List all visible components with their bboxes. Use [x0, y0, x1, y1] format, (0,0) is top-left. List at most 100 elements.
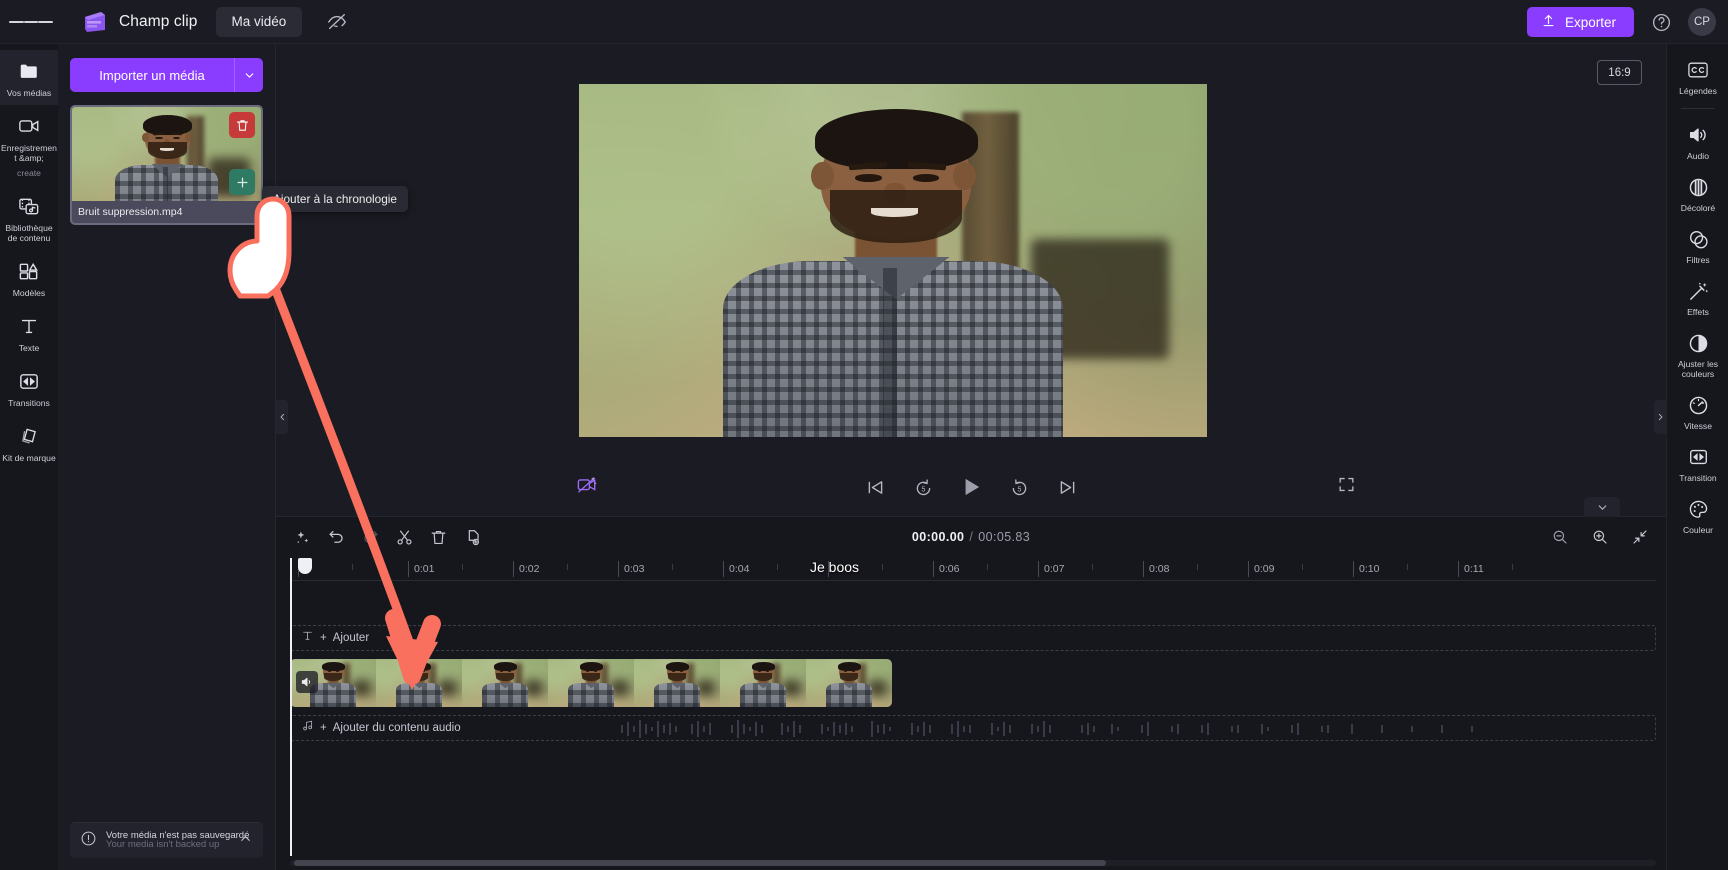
rail-item-legendes[interactable]: Légendes — [1667, 50, 1728, 102]
add-to-timeline-icon[interactable] — [229, 169, 255, 195]
timeline-scrollbar-thumb[interactable] — [294, 860, 1106, 866]
app-brand: Champ clip — [81, 10, 198, 34]
forward-5-icon[interactable]: 5 — [1005, 473, 1033, 501]
video-preview[interactable] — [579, 84, 1207, 437]
ruler-label: 0:01 — [414, 563, 435, 575]
rail-item-decolore[interactable]: Décoloré — [1667, 167, 1728, 219]
timeline-zoom-controls — [1546, 523, 1654, 551]
sidebar-item-bibliotheque-de-contenu[interactable]: Bibliothèque de contenu — [0, 185, 58, 250]
sidebar-item-vos-medias[interactable]: Vos médias — [0, 50, 58, 105]
video-camera-icon — [16, 114, 42, 138]
preview-area: 16:9 5 5 — [276, 44, 1666, 516]
ruler-label: 0:09 — [1254, 563, 1275, 575]
play-button[interactable] — [957, 473, 985, 501]
rail-divider — [1681, 108, 1714, 109]
skip-to-end-icon[interactable] — [1053, 473, 1081, 501]
media-panel: Importer un média Bruit suppression.mp4 … — [58, 44, 276, 870]
svg-text:5: 5 — [921, 486, 925, 493]
trash-icon[interactable] — [229, 112, 255, 138]
folder-icon — [16, 59, 42, 83]
fullscreen-icon[interactable] — [1337, 475, 1356, 499]
media-item-card[interactable]: Bruit suppression.mp4 — [70, 105, 263, 225]
timecode-display: 00:00.00 / 00:05.83 — [276, 530, 1666, 544]
project-name-button[interactable]: Ma vidéo — [215, 6, 303, 37]
caption-overlay-text: Je boos — [810, 559, 860, 575]
eye-off-icon[interactable] — [324, 9, 350, 35]
fit-to-screen-icon[interactable] — [1626, 523, 1654, 551]
rail-label: Effets — [1687, 307, 1709, 317]
topbar-actions: Exporter CP — [1526, 0, 1716, 44]
text-track-add-row[interactable]: + Ajouter — [290, 625, 1656, 651]
sidebar-item-modeles[interactable]: Modèles — [0, 250, 58, 305]
zoom-in-icon[interactable] — [1586, 523, 1614, 551]
skip-to-start-icon[interactable] — [861, 473, 889, 501]
chevron-down-icon[interactable] — [234, 58, 263, 92]
zoom-out-icon[interactable] — [1546, 523, 1574, 551]
sidebar-label: Enregistrement &amp; — [1, 143, 57, 163]
rail-item-audio[interactable]: Audio — [1667, 115, 1728, 167]
rail-item-vitesse[interactable]: Vitesse — [1667, 385, 1728, 437]
clip-frame — [634, 659, 720, 707]
rail-label: Ajuster les couleurs — [1677, 359, 1719, 379]
rail-item-filtres[interactable]: Filtres — [1667, 219, 1728, 271]
text-track-plus: + — [320, 632, 327, 644]
sidebar-label: Modèles — [12, 288, 46, 298]
clip-mute-icon[interactable] — [296, 671, 318, 693]
sidebar-label: Vos médias — [6, 88, 52, 98]
sidebar-item-enregistrement-create[interactable]: Enregistrement &amp; create — [0, 105, 58, 185]
sidebar-item-transitions[interactable]: Transitions — [0, 360, 58, 415]
rewind-5-icon[interactable]: 5 — [909, 473, 937, 501]
aspect-ratio-button[interactable]: 16:9 — [1597, 60, 1642, 85]
total-time: 00:05.83 — [978, 530, 1031, 544]
rail-label: Légendes — [1679, 86, 1717, 96]
magic-wand-icon — [1685, 279, 1711, 303]
svg-text:5: 5 — [1017, 486, 1021, 493]
sidebar-item-kit-de-marque[interactable]: Kit de marque — [0, 415, 58, 470]
templates-grid-icon — [16, 259, 42, 283]
contrast-icon — [1685, 331, 1711, 355]
video-clip[interactable] — [290, 659, 892, 707]
rail-item-transition[interactable]: Transition — [1667, 437, 1728, 489]
timeline-ruler[interactable]: 0 0:01 0:02 0:03 0:04 0:06 0:07 0:08 — [290, 557, 1656, 581]
save-notice-text: Votre média n'est pas sauvegardé Your me… — [106, 828, 249, 854]
speaker-icon — [1685, 123, 1711, 147]
right-property-rail: Légendes Audio Décoloré Filtres Effets A… — [1666, 44, 1728, 870]
text-t-icon — [301, 629, 314, 647]
sidebar-item-texte[interactable]: Texte — [0, 305, 58, 360]
text-t-icon — [16, 314, 42, 338]
sidebar-label: Texte — [18, 343, 40, 353]
playhead-line — [290, 558, 292, 856]
timeline-panel: 00:00.00 / 00:05.83 0:01 0:02 0:03 0:04 … — [276, 497, 1666, 870]
media-filename: Bruit suppression.mp4 — [72, 201, 261, 223]
rail-label: Couleur — [1682, 525, 1714, 535]
palette-icon — [1685, 497, 1711, 521]
playhead-handle[interactable] — [298, 558, 312, 574]
rail-item-ajuster-les-couleurs[interactable]: Ajuster les couleurs — [1667, 323, 1728, 385]
player-controls: 5 5 — [276, 464, 1666, 510]
import-media-row: Importer un média — [70, 58, 263, 92]
export-button[interactable]: Exporter — [1526, 7, 1634, 37]
filters-icon — [1685, 227, 1711, 251]
sidebar-label: Transitions — [8, 398, 50, 408]
chevron-left-icon[interactable] — [276, 400, 288, 434]
hamburger-menu-icon[interactable] — [9, 0, 54, 44]
transition-icon — [1685, 445, 1711, 469]
import-media-button[interactable]: Importer un média — [70, 58, 234, 92]
save-notice-bar[interactable]: Votre média n'est pas sauvegardé Your me… — [70, 822, 263, 858]
clip-frame — [806, 659, 892, 707]
timeline-expand-button[interactable] — [1584, 497, 1620, 517]
text-track-label: Ajouter — [332, 632, 370, 644]
save-notice-line2: Your media isn't backed up — [106, 838, 220, 850]
speedometer-icon — [1685, 393, 1711, 417]
ruler-label: 0:02 — [519, 563, 540, 575]
question-mark-icon[interactable] — [1648, 9, 1674, 35]
avatar[interactable]: CP — [1688, 8, 1716, 36]
video-track-row — [290, 659, 1656, 707]
export-label: Exporter — [1564, 14, 1616, 30]
ruler-label: 0:07 — [1044, 563, 1065, 575]
audio-track-add-row[interactable]: + Ajouter du contenu audio — [290, 715, 1656, 741]
ruler-label: 0:10 — [1359, 563, 1380, 575]
rail-item-effets[interactable]: Effets — [1667, 271, 1728, 323]
chevron-right-icon[interactable] — [1654, 400, 1666, 434]
rail-item-couleur[interactable]: Couleur — [1667, 489, 1728, 541]
